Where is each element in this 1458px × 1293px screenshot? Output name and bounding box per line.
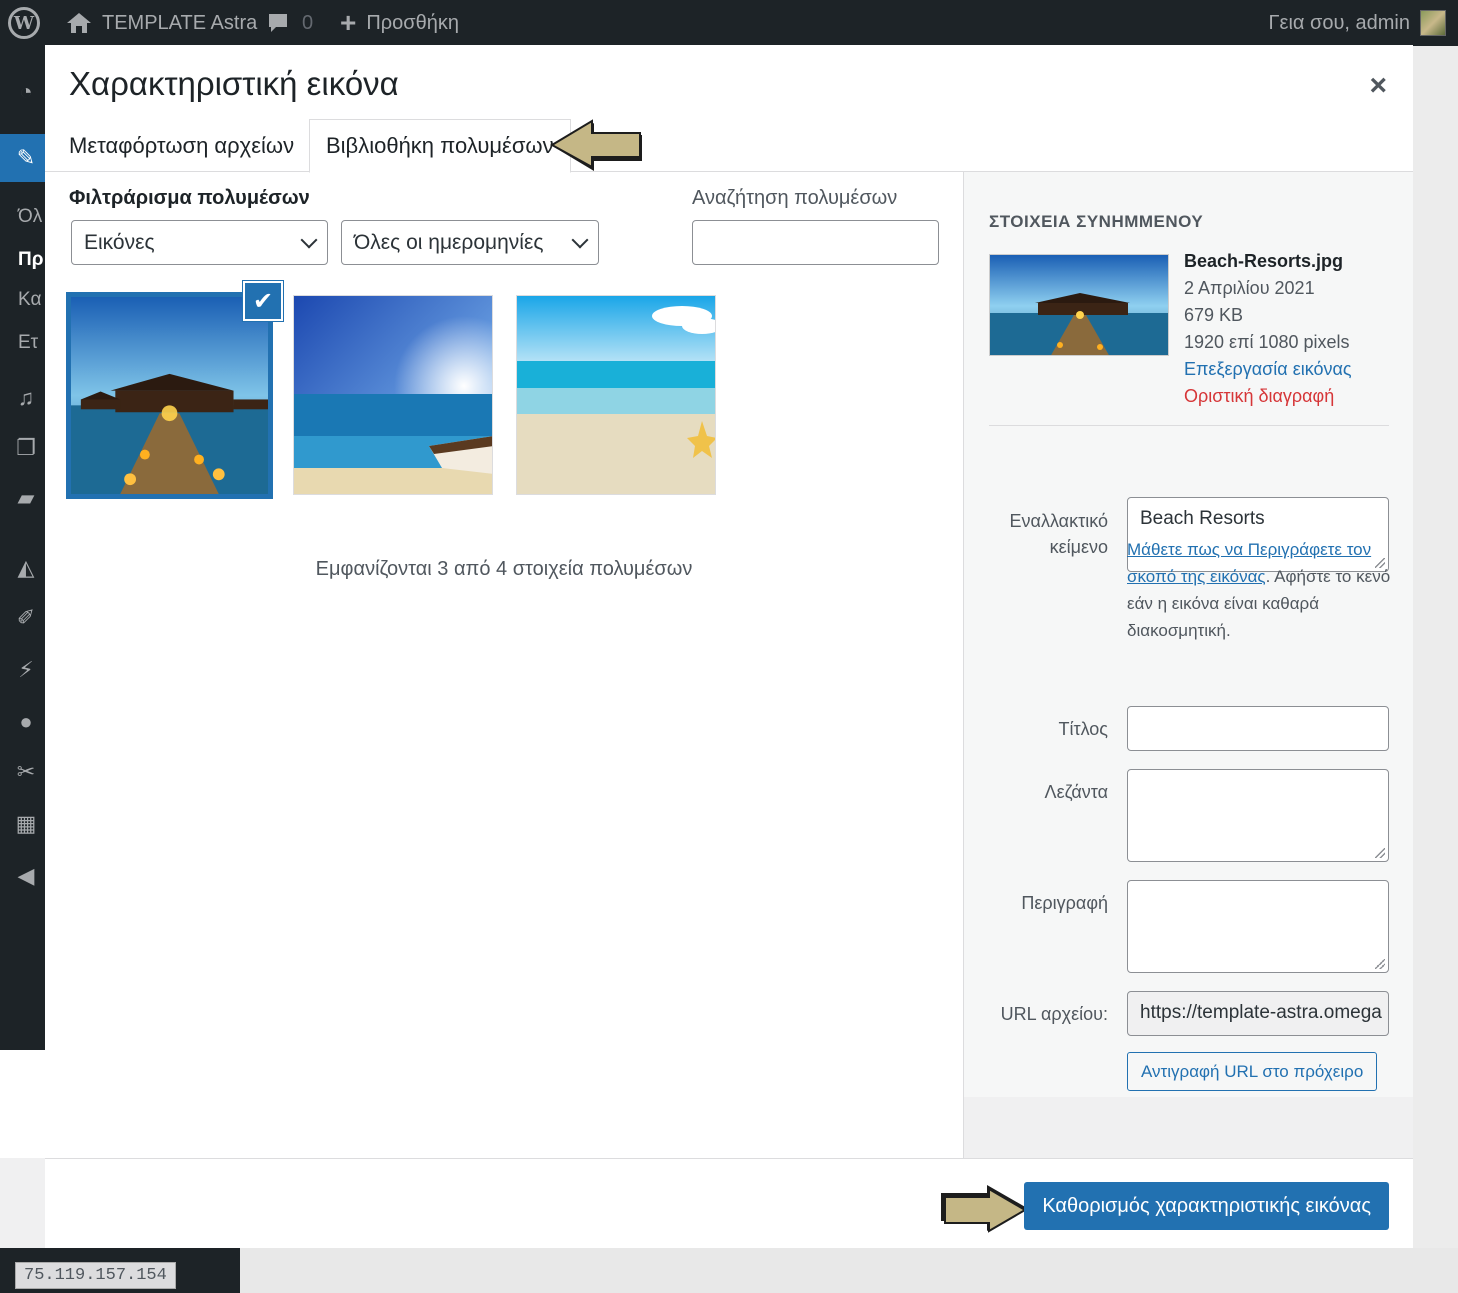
greeting-text: Γεια σου, admin bbox=[1268, 11, 1410, 34]
modal-toolbar: Καθορισμός χαρακτηριστικής εικόνας bbox=[45, 1158, 1413, 1248]
attachment-preview bbox=[989, 254, 1169, 356]
users-icon[interactable]: ● bbox=[14, 710, 38, 734]
wordpress-logo-icon[interactable]: W bbox=[8, 0, 44, 46]
media-icon[interactable]: ♫ bbox=[14, 386, 38, 410]
file-url-label: URL αρχείου: bbox=[1000, 1004, 1108, 1024]
file-url-field[interactable]: https://template-astra.omega bbox=[1127, 991, 1389, 1036]
caption-label: Λεζάντα bbox=[1044, 782, 1108, 802]
attachment-details-sidebar: ΣΤΟΙΧΕΙΑ ΣΥΝΗΜΜΕΝΟΥ Beach-Resorts.jpg 2 … bbox=[963, 172, 1413, 1097]
search-media-input[interactable] bbox=[692, 220, 939, 265]
ip-address-label: 75.119.157.154 bbox=[15, 1262, 176, 1289]
media-type-filter-select[interactable]: Εικόνες bbox=[71, 220, 328, 265]
description-label: Περιγραφή bbox=[1021, 893, 1108, 913]
attachment-details-heading: ΣΤΟΙΧΕΙΑ ΣΥΝΗΜΜΕΝΟΥ bbox=[989, 212, 1204, 231]
modal-tabs: Μεταφόρτωση αρχείων Βιβλιοθήκη πολυμέσων bbox=[45, 119, 1413, 173]
attachment-beach-resorts[interactable] bbox=[66, 292, 273, 499]
astra-icon[interactable]: ◭ bbox=[14, 556, 38, 580]
title-label: Τίτλος bbox=[1058, 719, 1108, 739]
close-icon[interactable]: × bbox=[1369, 69, 1387, 103]
collapse-menu-icon[interactable]: ◀ bbox=[14, 864, 38, 888]
chevron-down-icon bbox=[300, 231, 318, 248]
site-name: TEMPLATE Astra bbox=[102, 11, 258, 34]
chevron-down-icon bbox=[571, 231, 589, 248]
preview-image bbox=[990, 255, 1168, 355]
comment-count: 0 bbox=[302, 11, 314, 34]
page-background-white bbox=[0, 1050, 45, 1158]
new-content-label: Προσθήκη bbox=[366, 11, 460, 34]
description-field[interactable] bbox=[1127, 880, 1389, 973]
menu-text-partial-1[interactable]: Όλ bbox=[18, 206, 42, 228]
sidebar-footer-area bbox=[963, 1097, 1413, 1158]
plugins-icon[interactable]: ⚡ bbox=[14, 658, 38, 682]
delete-permanently-link[interactable]: Οριστική διαγραφή bbox=[1184, 383, 1352, 410]
attachment-date: 2 Απριλίου 2021 bbox=[1184, 278, 1315, 298]
date-filter-select[interactable]: Όλες οι ημερομηνίες bbox=[341, 220, 599, 265]
home-icon bbox=[67, 13, 91, 33]
alt-text-help: Μάθετε πως να Περιγράφετε τον σκοπό της … bbox=[1127, 536, 1392, 644]
dashboard-icon[interactable]: ◔ bbox=[14, 80, 38, 104]
right-arrow-annotation-icon bbox=[941, 1185, 1027, 1233]
resize-handle-icon[interactable] bbox=[1375, 848, 1385, 858]
beach-boat-image bbox=[294, 296, 492, 494]
file-url-value: https://template-astra.omega bbox=[1140, 1002, 1382, 1023]
attachment-filesize: 679 KB bbox=[1184, 305, 1244, 325]
pages-icon[interactable]: ❐ bbox=[14, 436, 38, 460]
comment-bubble-icon bbox=[269, 14, 287, 32]
avatar bbox=[1420, 10, 1446, 36]
appearance-icon[interactable]: ✐ bbox=[14, 606, 38, 630]
attachment-beach-boat[interactable] bbox=[293, 295, 493, 495]
tools-icon[interactable]: ✂ bbox=[14, 760, 38, 784]
tab-upload-files[interactable]: Μεταφόρτωση αρχείων bbox=[53, 119, 310, 173]
edit-image-link[interactable]: Επεξεργασία εικόνας bbox=[1184, 356, 1352, 383]
set-featured-image-button[interactable]: Καθορισμός χαρακτηριστικής εικόνας bbox=[1024, 1182, 1389, 1230]
comments-link[interactable]: 0 bbox=[266, 0, 313, 46]
admin-bar: W TEMPLATE Astra 0 + Προσθήκη Γεια σου, … bbox=[0, 0, 1458, 46]
left-arrow-annotation-icon bbox=[550, 119, 642, 171]
account-menu[interactable]: Γεια σου, admin bbox=[1269, 0, 1446, 46]
menu-text-partial-3[interactable]: Κα bbox=[18, 289, 41, 311]
title-field[interactable] bbox=[1127, 706, 1389, 751]
media-type-selected: Εικόνες bbox=[84, 230, 155, 254]
plus-icon: + bbox=[340, 7, 357, 38]
comments-menu-icon[interactable]: ▰ bbox=[14, 486, 38, 510]
pin-icon: ✎ bbox=[16, 145, 36, 170]
filter-media-label: Φιλτράρισμα πολυμέσων bbox=[69, 187, 310, 209]
attachment-info: Beach-Resorts.jpg 2 Απριλίου 2021 679 KB… bbox=[1184, 248, 1352, 410]
menu-text-partial-2[interactable]: Πρ bbox=[18, 249, 43, 271]
settings-icon[interactable]: ▦ bbox=[14, 812, 38, 836]
attachment-beach-starfish[interactable] bbox=[516, 295, 716, 495]
admin-menu: ◔ ✎ Όλ Πρ Κα Ετ ♫ ❐ ▰ ◭ ✐ ⚡ ● ✂ ▦ ◀ bbox=[0, 46, 45, 1050]
date-selected: Όλες οι ημερομηνίες bbox=[354, 230, 544, 254]
attachment-filename: Beach-Resorts.jpg bbox=[1184, 251, 1344, 271]
modal-title: Χαρακτηριστική εικόνα bbox=[69, 65, 399, 102]
alt-text-value: Beach Resorts bbox=[1140, 508, 1265, 529]
menu-text-partial-4[interactable]: Ετ bbox=[18, 332, 38, 354]
beach-starfish-image bbox=[517, 296, 715, 494]
media-count-text: Εμφανίζονται 3 από 4 στοιχεία πολυμέσων bbox=[315, 558, 693, 580]
beach-resort-image bbox=[71, 297, 268, 494]
caption-field[interactable] bbox=[1127, 769, 1389, 862]
copy-url-button[interactable]: Αντιγραφή URL στο πρόχειρο bbox=[1127, 1052, 1378, 1091]
selected-check-icon[interactable]: ✔ bbox=[242, 280, 284, 322]
attachment-dimensions: 1920 επί 1080 pixels bbox=[1184, 332, 1350, 352]
divider bbox=[989, 425, 1389, 426]
tab-media-library[interactable]: Βιβλιοθήκη πολυμέσων bbox=[309, 119, 571, 173]
background-panel bbox=[1412, 46, 1458, 1248]
alt-text-label: Εναλλακτικό κείμενο bbox=[1009, 511, 1108, 557]
new-content-link[interactable]: + Προσθήκη bbox=[340, 0, 459, 46]
search-media-label: Αναζήτηση πολυμέσων bbox=[692, 187, 898, 209]
media-modal: Χαρακτηριστική εικόνα × Μεταφόρτωση αρχε… bbox=[45, 45, 1413, 1248]
resize-handle-icon[interactable] bbox=[1375, 959, 1385, 969]
site-name-link[interactable]: TEMPLATE Astra bbox=[66, 0, 257, 46]
